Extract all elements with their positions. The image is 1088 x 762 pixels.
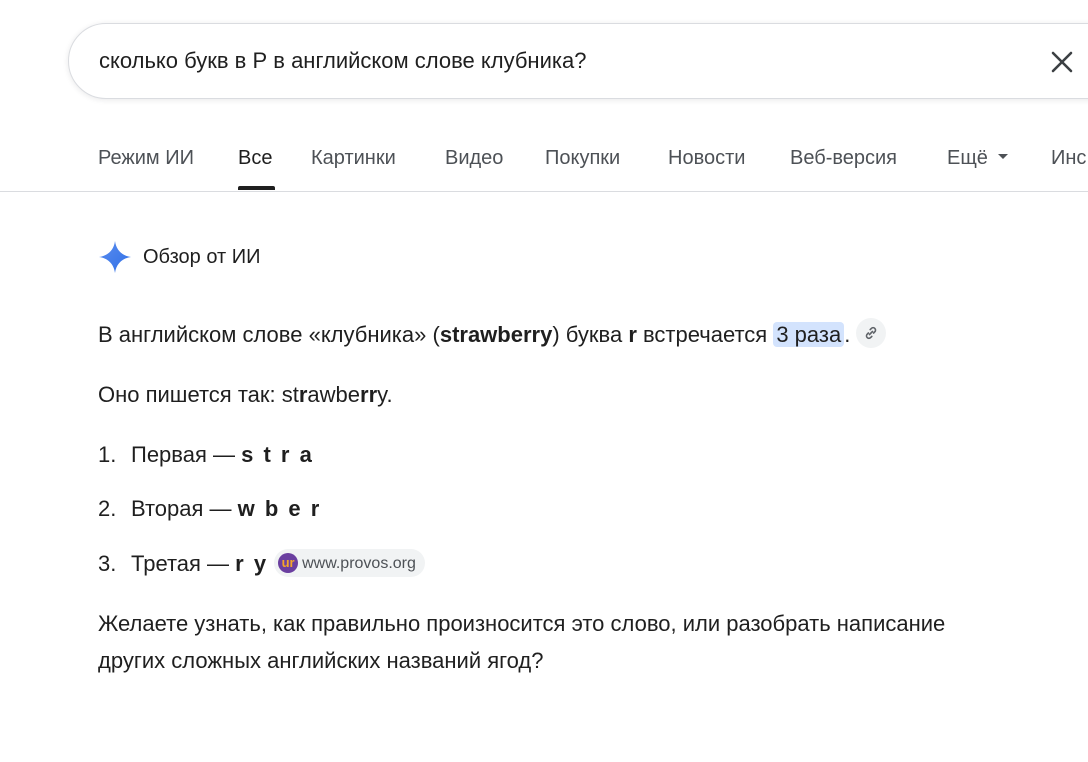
answer-highlight[interactable]: 3 раза bbox=[773, 322, 845, 347]
list-item: 2. Вторая — w b e r bbox=[98, 490, 321, 527]
tab-more-label: Ещё bbox=[947, 147, 988, 169]
tab-all[interactable]: Все bbox=[238, 147, 272, 170]
search-box[interactable]: сколько букв в Р в английском слове клуб… bbox=[68, 23, 1088, 99]
answer-word: strawberry bbox=[439, 322, 553, 347]
chevron-down-icon bbox=[997, 154, 1008, 160]
answer-paragraph: В английском слове «клубника» (strawberr… bbox=[98, 316, 887, 353]
ai-overview-title: Обзор от ИИ bbox=[143, 246, 261, 268]
spelling-paragraph: Оно пишется так: strawberry. bbox=[98, 376, 393, 413]
list-letters: w b e r bbox=[237, 496, 322, 521]
list-text: Вторая — bbox=[131, 496, 238, 521]
close-icon[interactable] bbox=[1048, 48, 1076, 76]
followup-line-1: Желаете узнать, как правильно произносит… bbox=[98, 611, 946, 636]
search-input[interactable]: сколько букв в Р в английском слове клуб… bbox=[99, 48, 586, 74]
tab-ai-mode[interactable]: Режим ИИ bbox=[98, 147, 194, 170]
list-letters: r y bbox=[235, 551, 269, 576]
spelling-text: awbe bbox=[307, 382, 361, 407]
answer-letter: r bbox=[628, 322, 637, 347]
search-tabs: Режим ИИ Все Картинки Видео Покупки Ново… bbox=[0, 130, 1088, 192]
source-link-button[interactable] bbox=[856, 318, 887, 349]
source-chip[interactable]: ur www.provos.org bbox=[274, 549, 425, 578]
tab-videos[interactable]: Видео bbox=[445, 147, 503, 170]
list-text: Третая — bbox=[131, 551, 236, 576]
tab-web[interactable]: Веб-версия bbox=[790, 147, 897, 170]
answer-text: встречается bbox=[636, 322, 774, 347]
link-icon bbox=[866, 327, 877, 340]
sparkle-icon bbox=[99, 241, 131, 273]
answer-text: ) буква bbox=[552, 322, 629, 347]
answer-text: . bbox=[844, 322, 851, 347]
list-item: 3. Третая — r y ur www.provos.org bbox=[98, 545, 425, 582]
list-number: 2. bbox=[98, 496, 117, 521]
list-text: Первая — bbox=[131, 442, 242, 467]
spelling-text: Оно пишется так: st bbox=[98, 382, 299, 407]
tab-tools[interactable]: Инс bbox=[1051, 147, 1086, 170]
source-logo-icon: ur bbox=[278, 553, 299, 574]
list-number: 1. bbox=[98, 442, 117, 467]
list-number: 3. bbox=[98, 551, 117, 576]
source-label: www.provos.org bbox=[302, 555, 416, 573]
tab-news[interactable]: Новости bbox=[668, 147, 745, 170]
tab-images[interactable]: Картинки bbox=[311, 147, 396, 170]
followup-line-2: других сложных английских названий ягод? bbox=[98, 648, 544, 673]
list-item: 1. Первая — s t r a bbox=[98, 436, 314, 473]
answer-text: В английском слове «клубника» ( bbox=[98, 322, 440, 347]
list-letters: s t r a bbox=[241, 442, 314, 467]
active-tab-indicator bbox=[238, 186, 275, 190]
spelling-letter: rr bbox=[360, 382, 378, 407]
spelling-text: y. bbox=[377, 382, 393, 407]
tab-more[interactable]: Ещё bbox=[947, 147, 1008, 170]
tab-shopping[interactable]: Покупки bbox=[545, 147, 620, 170]
